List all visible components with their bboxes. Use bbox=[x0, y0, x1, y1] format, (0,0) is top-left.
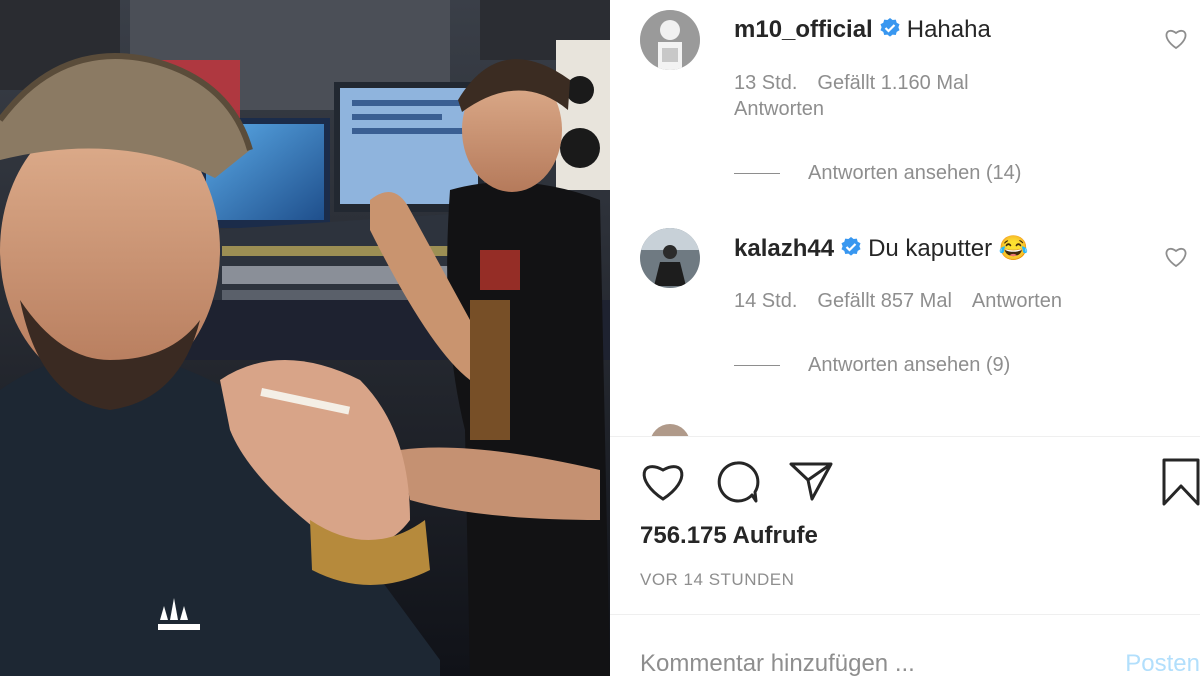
comment-icon[interactable] bbox=[714, 460, 760, 504]
section-divider bbox=[610, 614, 1200, 615]
section-divider bbox=[610, 436, 1200, 437]
post-media[interactable] bbox=[0, 0, 610, 676]
comment-text: Du kaputter 😂 bbox=[868, 235, 1029, 262]
comment-input[interactable]: Kommentar hinzufügen ... bbox=[640, 650, 915, 678]
verified-badge-icon bbox=[840, 236, 862, 265]
comment-text: Hahaha bbox=[906, 16, 991, 43]
comment-likes[interactable]: Gefällt 1.160 Mal bbox=[817, 72, 968, 94]
post-sidebar: m10_official Hahaha 13 Std. Gefällt 1.160 … bbox=[610, 0, 1200, 678]
comment-username[interactable]: kalazh44 bbox=[734, 235, 834, 262]
heart-icon[interactable] bbox=[640, 460, 686, 502]
replies-divider bbox=[734, 365, 780, 367]
comment-like-heart-icon[interactable] bbox=[1164, 246, 1188, 268]
comment-time[interactable]: 13 Std. bbox=[734, 72, 797, 94]
view-replies-button[interactable]: Antworten ansehen (14) bbox=[734, 162, 1021, 185]
post-button[interactable]: Posten bbox=[1125, 650, 1200, 678]
comment-username[interactable]: m10_official bbox=[734, 16, 873, 43]
bookmark-icon[interactable] bbox=[1162, 458, 1200, 506]
view-replies-label: Antworten ansehen (9) bbox=[808, 354, 1011, 376]
reply-button[interactable]: Antworten bbox=[734, 98, 824, 120]
comment-like-heart-icon[interactable] bbox=[1164, 28, 1188, 50]
replies-divider bbox=[734, 173, 780, 175]
avatar[interactable] bbox=[640, 10, 700, 70]
view-replies-button[interactable]: Antworten ansehen (9) bbox=[734, 354, 1010, 377]
comment-time[interactable]: 14 Std. bbox=[734, 290, 797, 312]
comment-item: kalazh44 Du kaputter 😂 14 Std. Gefällt 857… bbox=[640, 228, 1200, 408]
verified-badge-icon bbox=[879, 17, 901, 46]
reply-button[interactable]: Antworten bbox=[972, 290, 1062, 312]
studio-photo bbox=[0, 0, 610, 676]
post-timestamp[interactable]: VOR 14 STUNDEN bbox=[640, 570, 794, 590]
comment-likes[interactable]: Gefällt 857 Mal bbox=[817, 290, 952, 312]
avatar[interactable] bbox=[640, 228, 700, 288]
share-icon[interactable] bbox=[788, 460, 834, 502]
view-replies-label: Antworten ansehen (14) bbox=[808, 162, 1022, 184]
view-count[interactable]: 756.175 Aufrufe bbox=[640, 522, 818, 550]
comment-item: m10_official Hahaha 13 Std. Gefällt 1.160 … bbox=[640, 10, 1200, 190]
next-comment-peek bbox=[640, 424, 1200, 436]
